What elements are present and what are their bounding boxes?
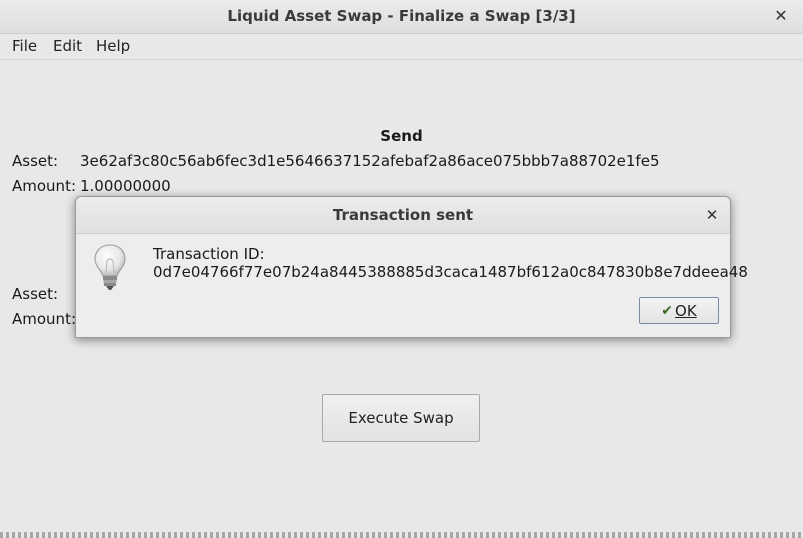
execute-swap-button[interactable]: Execute Swap bbox=[322, 394, 480, 442]
check-icon: ✔ bbox=[661, 302, 674, 319]
menu-bar: File Edit Help bbox=[0, 34, 803, 60]
window-title: Liquid Asset Swap - Finalize a Swap [3/3… bbox=[227, 7, 576, 25]
receive-amount-label: Amount: bbox=[12, 310, 76, 328]
transaction-id-label: Transaction ID: bbox=[153, 245, 265, 263]
bottom-edge-pattern bbox=[0, 532, 803, 538]
transaction-sent-dialog: Transaction sent ✕ Transaction ID: 0d7e0… bbox=[75, 196, 748, 338]
send-heading: Send bbox=[380, 127, 423, 145]
menu-help[interactable]: Help bbox=[96, 37, 130, 55]
send-asset-label: Asset: bbox=[12, 152, 59, 170]
dialog-title: Transaction sent bbox=[332, 206, 474, 224]
window-close-icon[interactable]: ✕ bbox=[771, 6, 791, 26]
ok-button-label: OK bbox=[675, 301, 697, 320]
send-asset-value: 3e62af3c80c56ab6fec3d1e5646637152afebaf2… bbox=[80, 152, 660, 170]
dialog-title-bar: Transaction sent ✕ bbox=[76, 197, 730, 234]
menu-file[interactable]: File bbox=[12, 37, 37, 55]
dialog-close-icon[interactable]: ✕ bbox=[702, 205, 722, 225]
menu-edit[interactable]: Edit bbox=[53, 37, 82, 55]
title-bar: Liquid Asset Swap - Finalize a Swap [3/3… bbox=[0, 0, 803, 34]
send-amount-value: 1.00000000 bbox=[80, 177, 171, 195]
transaction-id-value: 0d7e04766f77e07b24a8445388885d3caca1487b… bbox=[153, 263, 748, 281]
send-amount-label: Amount: bbox=[12, 177, 76, 195]
lightbulb-icon bbox=[94, 244, 126, 290]
receive-asset-label: Asset: bbox=[12, 285, 59, 303]
ok-button[interactable]: ✔ OK bbox=[639, 297, 719, 324]
